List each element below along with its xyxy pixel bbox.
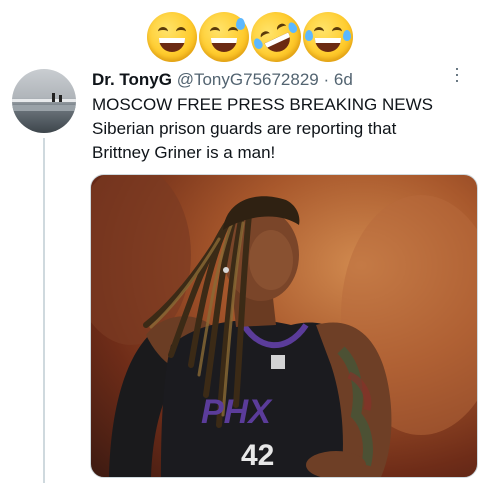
thread-line bbox=[43, 138, 45, 483]
basketball-player-photo: PHX 42 bbox=[91, 175, 477, 477]
display-name[interactable]: Dr. TonyG bbox=[92, 70, 172, 89]
tweet-time[interactable]: 6d bbox=[334, 70, 353, 89]
more-options-icon[interactable]: ··· bbox=[448, 66, 468, 84]
jersey-number: 42 bbox=[241, 439, 274, 472]
tweet-line: Siberian prison guards are reporting tha… bbox=[92, 119, 397, 138]
jersey-text: PHX bbox=[201, 393, 273, 431]
user-handle[interactable]: @TonyG75672829 bbox=[177, 70, 319, 89]
tweet-photo[interactable]: PHX 42 bbox=[90, 174, 478, 478]
tweet-line: MOSCOW FREE PRESS BREAKING NEWS bbox=[92, 95, 433, 114]
rolling-on-floor-laughing-icon bbox=[242, 3, 310, 71]
avatar[interactable] bbox=[12, 69, 76, 133]
reaction-emoji-row bbox=[0, 3, 500, 71]
separator-dot: · bbox=[318, 70, 334, 89]
grinning-face-with-sweat-icon bbox=[199, 12, 249, 62]
tweet-text: MOSCOW FREE PRESS BREAKING NEWS Siberian… bbox=[92, 93, 492, 165]
grinning-squinting-face-icon bbox=[147, 12, 197, 62]
tweet-header: Dr. TonyG @TonyG75672829 · 6d bbox=[92, 69, 353, 91]
tweet-line: Brittney Griner is a man! bbox=[92, 143, 276, 162]
face-with-tears-of-joy-icon bbox=[303, 12, 353, 62]
